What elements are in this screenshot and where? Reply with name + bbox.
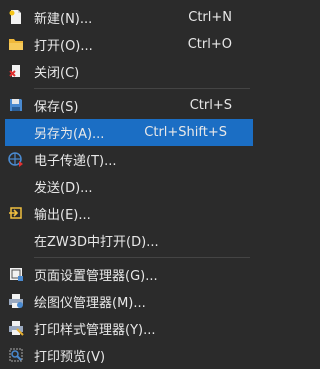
menu-item-new[interactable]: 新建(N)... Ctrl+N	[0, 4, 258, 31]
menu-item-print-style-manager[interactable]: 打印样式管理器(Y)...	[0, 315, 258, 342]
file-menu: 新建(N)... Ctrl+N 打开(O)... Ctrl+O 关闭(C) 保存…	[0, 0, 258, 365]
menu-item-label: 页面设置管理器(G)...	[34, 269, 158, 284]
print-style-icon	[8, 320, 24, 336]
menu-item-label: 电子传递(T)...	[34, 154, 117, 169]
menu-item-close[interactable]: 关闭(C)	[0, 58, 258, 85]
menu-item-save-as[interactable]: 另存为(A)... Ctrl+Shift+S	[5, 119, 253, 146]
print-preview-icon	[8, 347, 24, 363]
page-setup-icon	[8, 266, 24, 282]
menu-item-shortcut: Ctrl+N	[188, 10, 232, 25]
menu-item-label: 保存(S)	[34, 100, 79, 115]
menu-item-label: 打开(O)...	[34, 39, 93, 54]
menu-item-open[interactable]: 打开(O)... Ctrl+O	[0, 31, 258, 58]
menu-item-print-preview[interactable]: 打印预览(V)	[0, 342, 258, 369]
menu-item-send[interactable]: 发送(D)...	[0, 173, 258, 200]
new-file-icon	[8, 9, 24, 25]
menu-item-label: 新建(N)...	[34, 12, 93, 27]
menu-item-label: 绘图仪管理器(M)...	[34, 296, 146, 311]
menu-item-label: 在ZW3D中打开(D)...	[34, 235, 159, 250]
close-file-icon	[8, 63, 24, 79]
menu-item-label: 另存为(A)...	[34, 127, 105, 142]
menu-separator	[34, 88, 250, 89]
menu-item-page-setup-manager[interactable]: 页面设置管理器(G)...	[0, 261, 258, 288]
menu-item-label: 打印样式管理器(Y)...	[34, 323, 156, 338]
menu-item-export[interactable]: 输出(E)...	[0, 200, 258, 227]
menu-item-etransmit[interactable]: 电子传递(T)...	[0, 146, 258, 173]
menu-item-label: 输出(E)...	[34, 208, 91, 223]
menu-item-open-in-zw3d[interactable]: 在ZW3D中打开(D)...	[0, 227, 258, 254]
menu-item-shortcut: Ctrl+S	[189, 98, 232, 113]
plotter-icon	[8, 293, 24, 309]
menu-item-save[interactable]: 保存(S) Ctrl+S	[0, 92, 258, 119]
etransmit-globe-icon	[8, 151, 24, 167]
menu-item-shortcut: Ctrl+O	[187, 37, 232, 52]
menu-item-label: 关闭(C)	[34, 66, 80, 81]
menu-item-label: 发送(D)...	[34, 181, 93, 196]
open-folder-icon	[8, 36, 24, 52]
menu-item-shortcut: Ctrl+Shift+S	[144, 125, 227, 140]
menu-item-label: 打印预览(V)	[34, 350, 106, 365]
save-icon	[8, 97, 24, 113]
export-icon	[8, 205, 24, 221]
menu-separator	[34, 257, 250, 258]
menu-item-plotter-manager[interactable]: 绘图仪管理器(M)...	[0, 288, 258, 315]
